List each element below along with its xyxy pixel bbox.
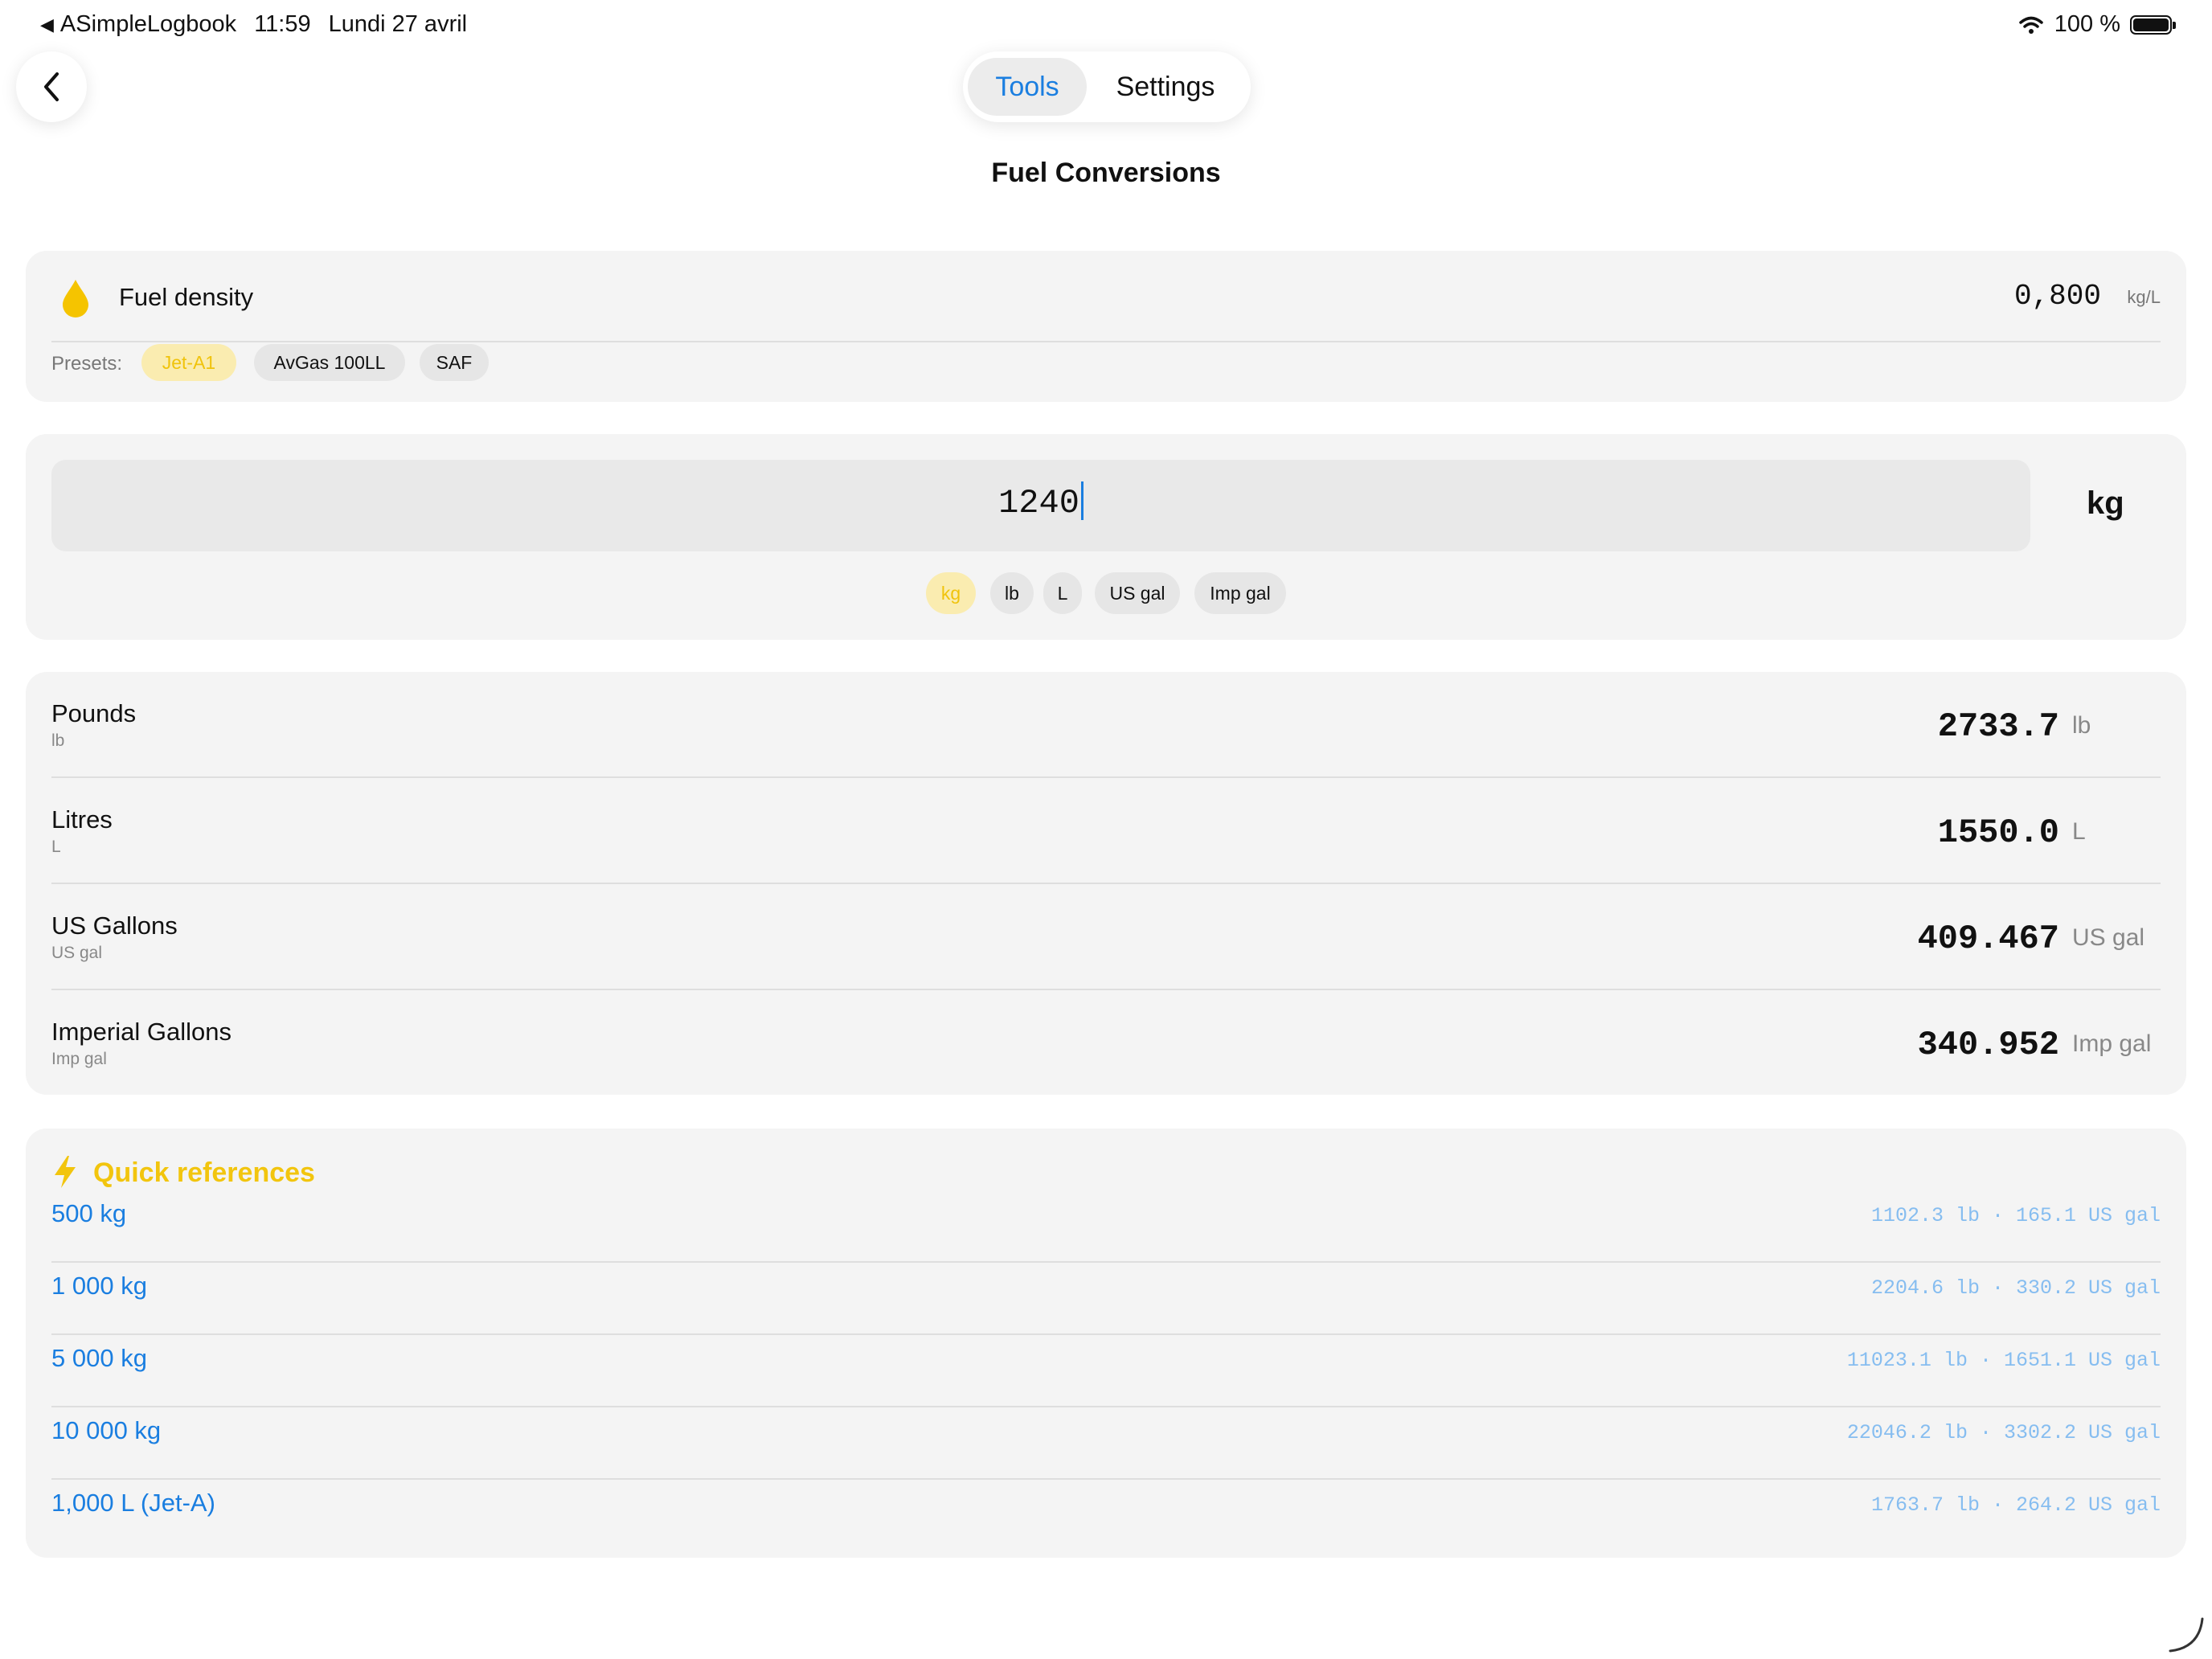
- back-button[interactable]: [16, 51, 87, 122]
- result-unit: L: [2072, 818, 2086, 845]
- unit-option-us-gal[interactable]: US gal: [1095, 572, 1180, 614]
- battery-percentage: 100 %: [2054, 11, 2120, 37]
- tab-tools[interactable]: Tools: [968, 58, 1087, 116]
- quick-reference-row[interactable]: 1,000 L (Jet-A) 1763.7 lb · 264.2 US gal: [26, 1468, 2186, 1540]
- conversion-results-card: Pounds lb 2733.7 lb Litres L 1550.0 L US…: [26, 672, 2186, 1095]
- status-date: Lundi 27 avril: [328, 11, 468, 37]
- result-value: 1550.0: [1937, 813, 2059, 852]
- quick-reference-detail: 11023.1 lb · 1651.1 US gal: [1846, 1349, 2161, 1372]
- quick-reference-detail: 1763.7 lb · 264.2 US gal: [1870, 1493, 2161, 1517]
- quick-reference-detail: 1102.3 lb · 165.1 US gal: [1870, 1204, 2161, 1227]
- tab-settings[interactable]: Settings: [1087, 58, 1244, 116]
- wifi-icon: [2019, 16, 2043, 34]
- text-caret: [1080, 481, 1083, 520]
- preset-saf[interactable]: SAF: [420, 344, 489, 381]
- quick-reference-row[interactable]: 5 000 kg 11023.1 lb · 1651.1 US gal: [26, 1323, 2186, 1395]
- quick-reference-detail: 22046.2 lb · 3302.2 US gal: [1846, 1421, 2161, 1444]
- fuel-density-card: Fuel density 0,800 kg/L Presets: Jet-A1 …: [26, 251, 2186, 402]
- quick-reference-row[interactable]: 500 kg 1102.3 lb · 165.1 US gal: [26, 1178, 2186, 1251]
- quick-reference-row[interactable]: 10 000 kg 22046.2 lb · 3302.2 US gal: [26, 1395, 2186, 1468]
- result-name: Imperial Gallons: [51, 1018, 231, 1046]
- result-unit: Imp gal: [2072, 1030, 2152, 1057]
- result-unit: lb: [2072, 712, 2091, 739]
- back-chevron-icon: [44, 72, 59, 101]
- window-resize-handle-icon[interactable]: [2167, 1616, 2206, 1654]
- input-unit-label: kg: [2087, 485, 2124, 521]
- fuel-density-label: Fuel density: [119, 283, 254, 311]
- result-unit: US gal: [2072, 924, 2145, 951]
- result-value: 2733.7: [1937, 707, 2059, 746]
- quick-reference-row[interactable]: 1 000 kg 2204.6 lb · 330.2 US gal: [26, 1251, 2186, 1323]
- fuel-density-unit: kg/L: [2127, 287, 2161, 307]
- result-unit-sub: lb: [51, 731, 65, 750]
- status-bar: ◀ ASimpleLogbook 11:59 Lundi 27 avril 10…: [0, 0, 2212, 51]
- result-row-pounds: Pounds lb 2733.7 lb: [26, 672, 2186, 778]
- quantity-input-card: 1240 kg kg lb L US gal Imp gal: [26, 434, 2186, 640]
- quantity-input-value[interactable]: 1240: [998, 484, 1079, 522]
- divider: [51, 341, 2161, 342]
- status-time: 11:59: [254, 11, 311, 37]
- back-to-app-icon[interactable]: ◀: [40, 14, 54, 35]
- unit-option-lb[interactable]: lb: [990, 572, 1034, 614]
- status-left: ◀ ASimpleLogbook 11:59 Lundi 27 avril: [40, 11, 485, 38]
- quick-reference-label[interactable]: 5 000 kg: [51, 1344, 147, 1373]
- result-unit-sub: US gal: [51, 944, 103, 962]
- back-to-app-label[interactable]: ASimpleLogbook: [60, 11, 236, 38]
- preset-jet-a1[interactable]: Jet-A1: [141, 344, 236, 381]
- result-value: 409.467: [1917, 920, 2059, 958]
- fuel-drop-icon: [63, 280, 88, 317]
- result-value: 340.952: [1917, 1026, 2059, 1064]
- page-title: Fuel Conversions: [991, 158, 1221, 188]
- unit-option-kg[interactable]: kg: [926, 572, 976, 614]
- unit-option-l[interactable]: L: [1043, 572, 1082, 614]
- quick-reference-label[interactable]: 1 000 kg: [51, 1272, 147, 1301]
- result-unit-sub: L: [51, 838, 61, 856]
- quick-reference-label[interactable]: 500 kg: [51, 1199, 126, 1228]
- result-name: Pounds: [51, 699, 137, 727]
- quantity-input[interactable]: 1240: [51, 460, 2030, 551]
- quick-reference-label[interactable]: 10 000 kg: [51, 1416, 161, 1445]
- result-row-litres: Litres L 1550.0 L: [26, 778, 2186, 884]
- tools-settings-switcher: Tools Settings: [963, 51, 1251, 122]
- fuel-density-value[interactable]: 0,800: [2014, 280, 2101, 313]
- result-name: Litres: [51, 805, 113, 834]
- result-unit-sub: Imp gal: [51, 1050, 107, 1068]
- result-row-imperial-gallons: Imperial Gallons Imp gal 340.952 Imp gal: [26, 990, 2186, 1096]
- quick-references-card: Quick references 500 kg 1102.3 lb · 165.…: [26, 1129, 2186, 1558]
- quick-reference-detail: 2204.6 lb · 330.2 US gal: [1870, 1276, 2161, 1300]
- presets-label: Presets:: [51, 353, 123, 375]
- preset-avgas-100ll[interactable]: AvGas 100LL: [254, 344, 405, 381]
- result-name: US Gallons: [51, 911, 178, 940]
- unit-option-imp-gal[interactable]: Imp gal: [1194, 572, 1286, 614]
- status-right: 100 %: [2019, 11, 2176, 38]
- quick-reference-label[interactable]: 1,000 L (Jet-A): [51, 1489, 215, 1518]
- result-row-us-gallons: US Gallons US gal 409.467 US gal: [26, 884, 2186, 990]
- battery-icon: [2130, 14, 2176, 35]
